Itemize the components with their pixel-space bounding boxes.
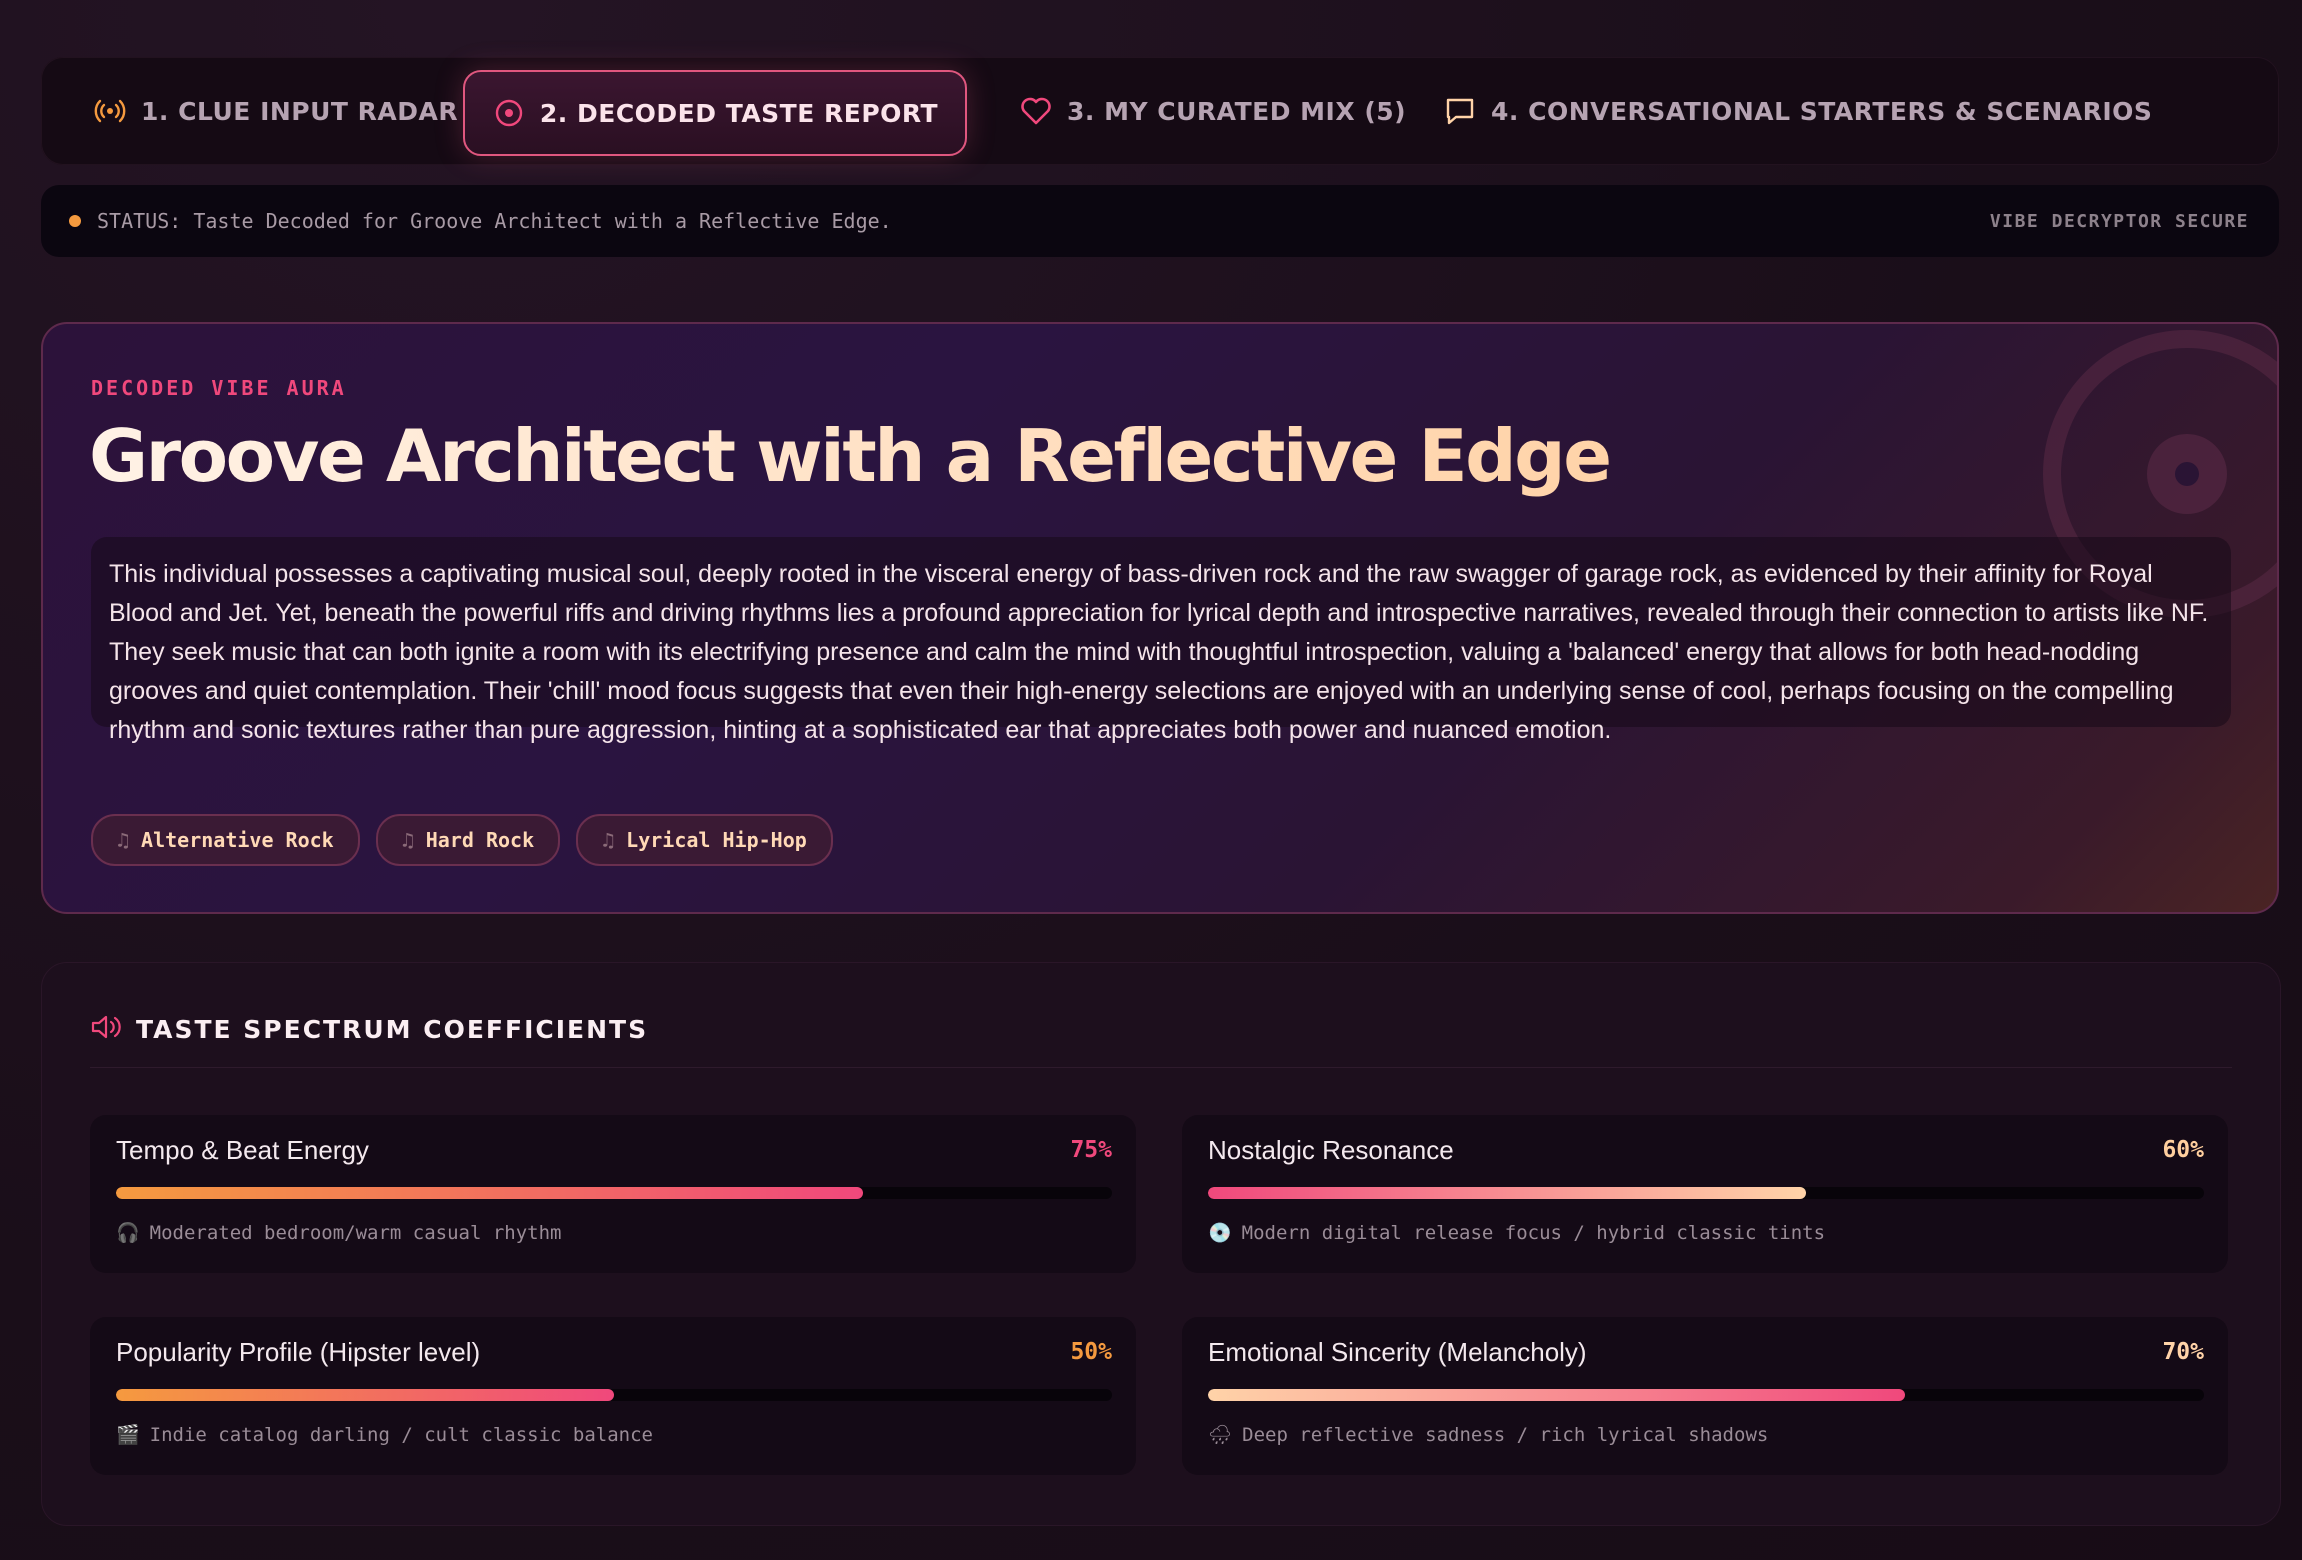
hero-eyebrow: DECODED VIBE AURA — [91, 376, 347, 400]
decoded-vibe-card: DECODED VIBE AURA Groove Architect with … — [41, 322, 2279, 914]
tab-label: 2. DECODED TASTE REPORT — [539, 98, 939, 128]
genre-tag[interactable]: ♫ Alternative Rock — [91, 814, 360, 866]
status-bar: STATUS: Taste Decoded for Groove Archite… — [41, 185, 2279, 257]
tab-label: 4. CONVERSATIONAL STARTERS & SCENARIOS — [1491, 96, 2153, 126]
tab-conversational-starters[interactable]: 4. CONVERSATIONAL STARTERS & SCENARIOS — [1443, 70, 2152, 152]
metric-card: Nostalgic Resonance 60% 💿 Modern digital… — [1182, 1115, 2228, 1273]
metric-progress-fill — [116, 1187, 863, 1199]
metric-progress-fill — [116, 1389, 614, 1401]
metric-name: Emotional Sincerity (Melancholy) — [1208, 1337, 1587, 1367]
target-icon — [492, 96, 526, 130]
metric-name: Nostalgic Resonance — [1208, 1135, 1454, 1165]
tab-clue-input-radar[interactable]: 1. CLUE INPUT RADAR — [93, 70, 458, 152]
radar-icon — [93, 94, 127, 128]
divider — [90, 1067, 2232, 1068]
metric-note: Indie catalog darling / cult classic bal… — [149, 1423, 653, 1446]
genre-tag[interactable]: ♫ Lyrical Hip-Hop — [576, 814, 833, 866]
spectrum-title: TASTE SPECTRUM COEFFICIENTS — [136, 1014, 649, 1044]
metric-card: Emotional Sincerity (Melancholy) 70% 🌧 D… — [1182, 1317, 2228, 1475]
metric-card: Popularity Profile (Hipster level) 50% 🎬… — [90, 1317, 1136, 1475]
metric-name: Tempo & Beat Energy — [116, 1135, 369, 1165]
metric-note: Modern digital release focus / hybrid cl… — [1241, 1221, 1826, 1244]
metric-progress-bar — [1208, 1187, 2204, 1199]
hero-title: Groove Architect with a Reflective Edge — [89, 414, 1612, 498]
metric-percent: 50% — [1070, 1339, 1112, 1365]
metric-progress-bar — [116, 1187, 1112, 1199]
genre-label: Lyrical Hip-Hop — [626, 828, 807, 852]
cd-icon: 💿 — [1208, 1222, 1232, 1244]
heart-icon — [1019, 94, 1053, 128]
metric-percent: 75% — [1070, 1137, 1112, 1163]
tab-my-curated-mix[interactable]: 3. MY CURATED MIX (5) — [1019, 70, 1406, 152]
rain-cloud-icon: 🌧 — [1208, 1424, 1233, 1446]
metric-percent: 70% — [2162, 1339, 2204, 1365]
clapperboard-icon: 🎬 — [116, 1424, 140, 1446]
genre-label: Alternative Rock — [141, 828, 334, 852]
metric-name: Popularity Profile (Hipster level) — [116, 1337, 481, 1367]
genre-tags: ♫ Alternative Rock ♫ Hard Rock ♫ Lyrical… — [91, 814, 833, 866]
music-note-icon: ♫ — [401, 828, 414, 852]
status-text: STATUS: Taste Decoded for Groove Archite… — [97, 209, 892, 233]
speaker-icon — [90, 1013, 122, 1045]
metric-progress-bar — [1208, 1389, 2204, 1401]
tab-decoded-taste-report[interactable]: 2. DECODED TASTE REPORT — [463, 70, 967, 156]
metric-card: Tempo & Beat Energy 75% 🎧 Moderated bedr… — [90, 1115, 1136, 1273]
metric-progress-bar — [116, 1389, 1112, 1401]
genre-label: Hard Rock — [425, 828, 535, 852]
music-note-icon: ♫ — [602, 828, 615, 852]
metric-progress-fill — [1208, 1187, 1806, 1199]
metric-percent: 60% — [2162, 1137, 2204, 1163]
genre-tag[interactable]: ♫ Hard Rock — [375, 814, 561, 866]
taste-spectrum-panel: TASTE SPECTRUM COEFFICIENTS Tempo & Beat… — [41, 962, 2281, 1526]
chat-icon — [1443, 94, 1477, 128]
metric-progress-fill — [1208, 1389, 1906, 1401]
headphones-icon: 🎧 — [116, 1222, 140, 1244]
hero-description: This individual possesses a captivating … — [91, 537, 2231, 744]
metric-note: Deep reflective sadness / rich lyrical s… — [1242, 1423, 1769, 1446]
music-note-icon: ♫ — [117, 828, 130, 852]
tab-bar: 1. CLUE INPUT RADAR 2. DECODED TASTE REP… — [41, 57, 2279, 165]
status-dot-icon — [69, 215, 81, 227]
tab-label: 3. MY CURATED MIX (5) — [1067, 96, 1407, 126]
tab-label: 1. CLUE INPUT RADAR — [141, 96, 459, 126]
status-badge: VIBE DECRYPTOR SECURE — [1989, 210, 2249, 232]
metric-note: Moderated bedroom/warm casual rhythm — [149, 1221, 562, 1244]
